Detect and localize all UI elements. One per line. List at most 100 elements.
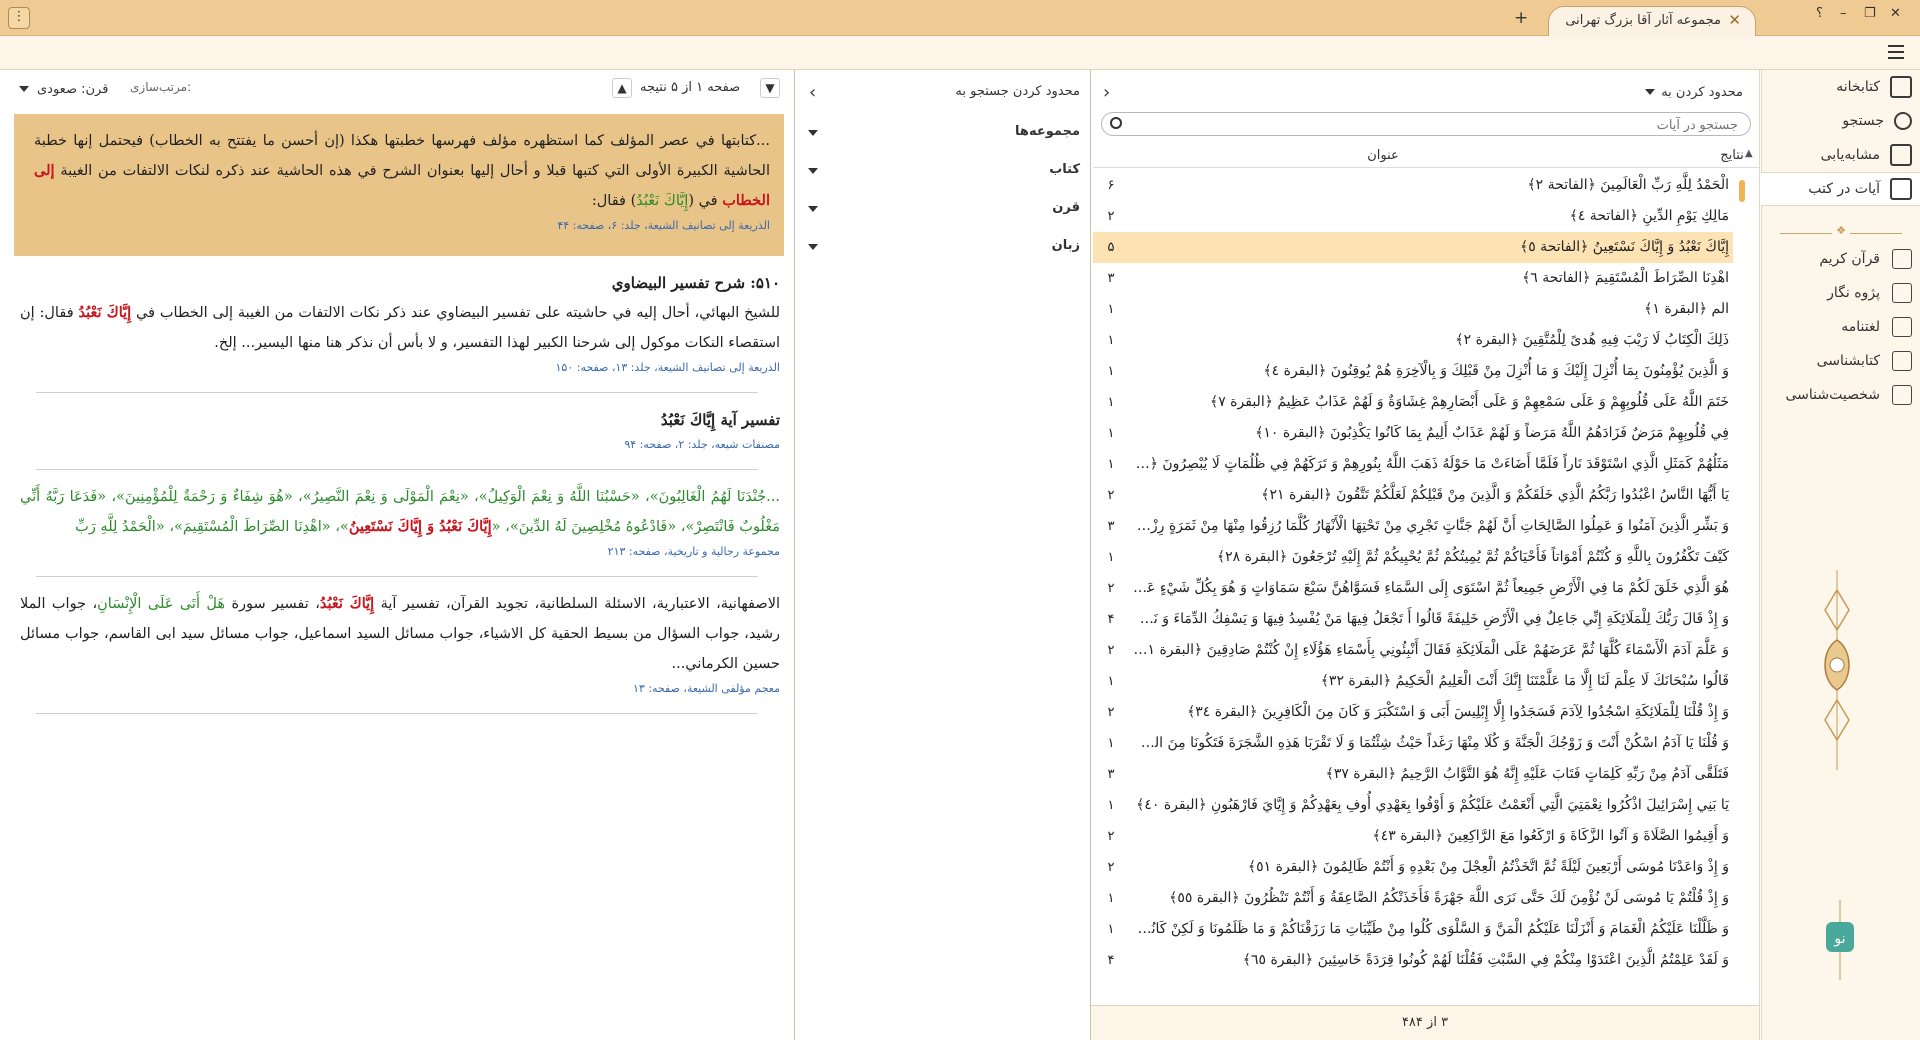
close-window-button[interactable]: ✕ — [1890, 6, 1901, 21]
verse-row[interactable]: وَ الَّذِينَ يُؤْمِنُونَ بِمَا أُنْزِلَ … — [1093, 356, 1733, 387]
app-menu-button[interactable]: ⋮ — [8, 7, 30, 29]
search-icon — [1894, 112, 1912, 130]
verse-count: ۱ — [1107, 333, 1115, 348]
new-tab-button[interactable]: + — [1514, 8, 1528, 28]
collapse-filter-icon[interactable]: › — [809, 82, 816, 103]
chevron-down-icon — [19, 86, 29, 92]
verse-count: ۱ — [1107, 922, 1115, 937]
toolbar — [0, 36, 1920, 70]
result-source-link[interactable]: الذريعة إلى تصانيف الشيعة، جلد: ۶، صفحه:… — [34, 216, 770, 236]
sidebar-item[interactable]: کتابخانه — [1762, 70, 1920, 104]
result-source-link[interactable]: الذريعة إلى تصانيف الشيعة، جلد: ۱۳، صفحه… — [20, 358, 780, 378]
chevron-down-icon — [808, 168, 818, 174]
result-source-link[interactable]: مصنفات شيعه، جلد: ۲، صفحه: ۹۴ — [20, 435, 780, 455]
verses-status: ۳ از ۴۸۴ — [1091, 1005, 1759, 1040]
verse-count: ۲ — [1107, 829, 1115, 844]
sidebar-item[interactable]: آیات در کتب — [1761, 172, 1920, 206]
verse-row[interactable]: الم ﴿البقرة ١﴾ ۱ — [1093, 294, 1733, 325]
verse-text: وَ قُلْنَا يَا آدَمُ اسْكُنْ أَنْتَ وَ ز… — [1129, 735, 1729, 751]
result-snippet: الاصفهانية، الاعتبارية، الاسئلة السلطاني… — [20, 595, 780, 672]
library-icon — [1890, 76, 1912, 98]
verse-row[interactable]: وَ عَلَّمَ آدَمَ الْأَسْمَاءَ كُلَّهَا ث… — [1093, 635, 1733, 666]
verse-row[interactable]: يَا بَنِي إِسْرَائِيلَ اذْكُرُوا نِعْمَت… — [1093, 790, 1733, 821]
verse-text: ذَلِكَ الْكِتَابُ لَا رَيْبَ فِيهِ هُدىً… — [1455, 332, 1729, 348]
sidebar-subitem[interactable]: قرآن کریم — [1762, 242, 1920, 276]
verse-row[interactable]: وَ إِذْ وَاعَدْنَا مُوسَى أَرْبَعِينَ لَ… — [1093, 852, 1733, 883]
sidebar-subitem[interactable]: کتابشناسی — [1762, 344, 1920, 378]
prev-page-button[interactable]: ▲ — [612, 78, 632, 98]
verse-search-input[interactable] — [1138, 113, 1738, 135]
help-button[interactable]: ؟ — [1816, 6, 1823, 21]
collapse-left-icon[interactable]: ‹ — [1103, 82, 1110, 103]
verse-row[interactable]: الْحَمْدُ لِلَّهِ رَبِّ الْعَالَمِينَ ﴿ا… — [1093, 170, 1733, 201]
filter-group[interactable]: مجموعه‌ها — [800, 124, 1080, 139]
sort-ascending-icon[interactable]: ▲ — [1745, 148, 1753, 159]
filter-group[interactable]: زبان — [800, 238, 1080, 253]
result-source-link[interactable]: مجموعة رجالية و تاريخية، صفحه: ۲۱۳ — [20, 542, 780, 562]
sidebar-subitem-label: کتابشناسی — [1816, 353, 1880, 369]
filter-group-label: قرن — [1052, 200, 1080, 215]
verse-row[interactable]: كَيْفَ تَكْفُرُونَ بِاللَّهِ وَ كُنْتُمْ… — [1093, 542, 1733, 573]
limit-dropdown[interactable]: محدود کردن به — [1637, 80, 1751, 104]
verse-count: ۱ — [1107, 891, 1115, 906]
verse-row[interactable]: مَثَلُهُمْ كَمَثَلِ الَّذِي اسْتَوْقَدَ … — [1093, 449, 1733, 480]
sidebar-item[interactable]: جستجو — [1762, 104, 1920, 138]
result-snippet: ...جُنْدَنَا لَهُمُ الْغَالِبُونَ»، «حَس… — [20, 489, 780, 535]
result-card[interactable]: ...جُنْدَنَا لَهُمُ الْغَالِبُونَ»، «حَس… — [0, 470, 794, 572]
filter-group[interactable]: کتاب — [800, 162, 1080, 177]
result-card[interactable]: ...كتابتها في عصر المؤلف كما استظهره مؤل… — [14, 114, 784, 256]
verse-count: ۱ — [1107, 736, 1115, 751]
verse-row[interactable]: مَالِكِ يَوْمِ الدِّينِ ﴿الفاتحة ٤﴾ ۲ — [1093, 201, 1733, 232]
verse-text: خَتَمَ اللَّهُ عَلَى قُلُوبِهِمْ وَ عَلَ… — [1210, 394, 1729, 410]
result-source-link[interactable]: معجم مؤلفی الشيعة، صفحه: ۱۳ — [20, 679, 780, 699]
verse-row[interactable]: إِيَّاكَ نَعْبُدُ وَ إِيَّاكَ نَسْتَعِين… — [1093, 232, 1733, 263]
verse-row[interactable]: وَ لَقَدْ عَلِمْتُمُ الَّذِينَ اعْتَدَوْ… — [1093, 945, 1733, 975]
verse-row[interactable]: خَتَمَ اللَّهُ عَلَى قُلُوبِهِمْ وَ عَلَ… — [1093, 387, 1733, 418]
verses-panel: محدود کردن به ‹ نتایج ▲ عنوان الْحَمْدُ … — [1090, 70, 1760, 1040]
sidebar-item-label: جستجو — [1842, 113, 1884, 129]
sidebar-item[interactable]: مشابه‌یابی — [1762, 138, 1920, 172]
sort-dropdown[interactable]: قرن: صعودی — [15, 78, 115, 100]
verse-row[interactable]: وَ بَشِّرِ الَّذِينَ آمَنُوا وَ عَمِلُوا… — [1093, 511, 1733, 542]
sidebar-subitem-label: شخصیت‌شناسی — [1785, 387, 1881, 403]
restore-button[interactable]: ❐ — [1864, 6, 1876, 21]
sidebar-subitem[interactable]: شخصیت‌شناسی — [1762, 378, 1920, 412]
result-card[interactable]: الاصفهانية، الاعتبارية، الاسئلة السلطاني… — [0, 577, 794, 709]
verse-text: مَثَلُهُمْ كَمَثَلِ الَّذِي اسْتَوْقَدَ … — [1129, 456, 1729, 472]
verse-row[interactable]: فَتَلَقَّى آدَمُ مِنْ رَبِّهِ كَلِمَاتٍ … — [1093, 759, 1733, 790]
verse-count: ۲ — [1107, 860, 1115, 875]
col-title-header[interactable]: عنوان — [1093, 148, 1673, 163]
verse-row[interactable]: وَ إِذْ قُلْتُمْ يَا مُوسَى لَنْ نُؤْمِن… — [1093, 883, 1733, 914]
verse-row[interactable]: يَا أَيُّهَا النَّاسُ اعْبُدُوا رَبَّكُم… — [1093, 480, 1733, 511]
sidebar-subitem[interactable]: پژوه نگار — [1762, 276, 1920, 310]
verse-row[interactable]: قَالُوا سُبْحَانَكَ لَا عِلْمَ لَنَا إِل… — [1093, 666, 1733, 697]
verse-text: وَ أَقِيمُوا الصَّلَاةَ وَ آتُوا الزَّكَ… — [1372, 828, 1729, 844]
verse-row[interactable]: هُوَ الَّذِي خَلَقَ لَكُمْ مَا فِي الْأَ… — [1093, 573, 1733, 604]
tab-close-icon[interactable]: ✕ — [1728, 11, 1741, 29]
sort-value: قرن: صعودی — [37, 81, 109, 97]
next-page-button[interactable]: ▼ — [760, 78, 780, 98]
result-title: تفسير آية إِيَّاكَ نَعْبُدُ — [660, 411, 780, 429]
verse-row[interactable]: اهْدِنَا الصِّرَاطَ الْمُسْتَقِيمَ ﴿الفا… — [1093, 263, 1733, 294]
verse-row[interactable]: ذَلِكَ الْكِتَابُ لَا رَيْبَ فِيهِ هُدىً… — [1093, 325, 1733, 356]
verse-row[interactable]: وَ أَقِيمُوا الصَّلَاةَ وَ آتُوا الزَّكَ… — [1093, 821, 1733, 852]
verse-count: ۲ — [1107, 581, 1115, 596]
verse-row[interactable]: وَ إِذْ قَالَ رَبُّكَ لِلْمَلَائِكَةِ إِ… — [1093, 604, 1733, 635]
verses-scrollbar[interactable] — [1735, 170, 1749, 975]
verse-row[interactable]: وَ قُلْنَا يَا آدَمُ اسْكُنْ أَنْتَ وَ ز… — [1093, 728, 1733, 759]
main-sidebar: کتابخانه جستجو مشابه‌یابی آیات در کتب قرآن … — [1761, 70, 1920, 1040]
result-card[interactable]: ۵۱۰: شرح تفسير البيضاوي للشيخ البهائي، أح… — [0, 256, 794, 388]
minimize-button[interactable]: – — [1840, 6, 1847, 21]
app-logo: نو — [1826, 900, 1854, 980]
scrollbar-thumb[interactable] — [1739, 180, 1745, 202]
results-panel: ▼ صفحه ۱ از ۵ نتیجه ▲ مرتب‌سازی: قرن: صع… — [0, 70, 794, 1040]
verse-row[interactable]: فِي قُلُوبِهِمْ مَرَضٌ فَزَادَهُمُ اللَّ… — [1093, 418, 1733, 449]
filter-group[interactable]: قرن — [800, 200, 1080, 215]
verse-row[interactable]: وَ إِذْ قُلْنَا لِلْمَلَائِكَةِ اسْجُدُو… — [1093, 697, 1733, 728]
verse-count: ۲ — [1107, 643, 1115, 658]
result-card[interactable]: تفسير آية إِيَّاكَ نَعْبُدُ مصنفات شيعه، … — [0, 393, 794, 465]
sidebar-subitem[interactable]: لغتنامه — [1762, 310, 1920, 344]
verse-row[interactable]: وَ ظَلَّلْنَا عَلَيْكُمُ الْغَمَامَ وَ أ… — [1093, 914, 1733, 945]
hamburger-menu-icon[interactable] — [1888, 45, 1904, 59]
active-tab[interactable]: مجموعه آثار آقا بزرگ تهرانی ✕ — [1548, 6, 1756, 36]
